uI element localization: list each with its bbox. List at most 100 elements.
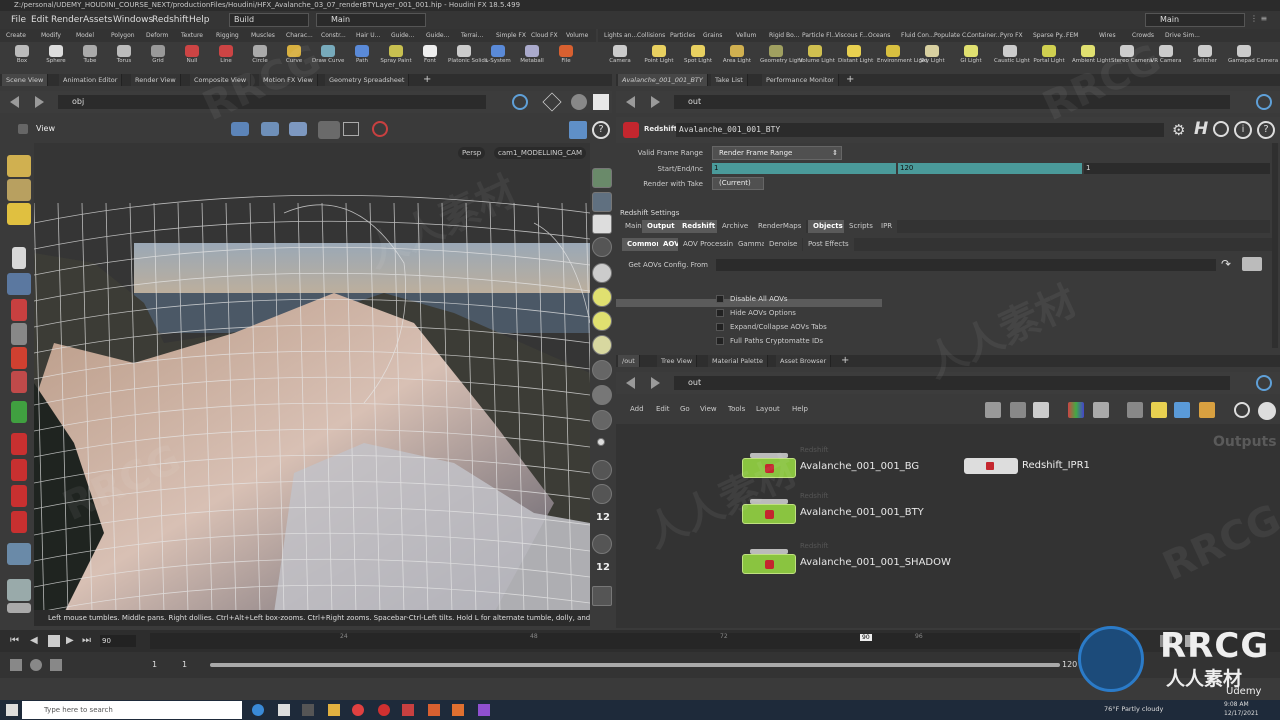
node-name-field[interactable]: Avalanche_001_001_BTY bbox=[676, 123, 1164, 137]
ground-grid-icon[interactable] bbox=[592, 168, 612, 188]
network-pin-icon[interactable] bbox=[1256, 375, 1272, 391]
point-numbers-badge[interactable]: 12 bbox=[596, 512, 610, 523]
bottom-tool-icon[interactable] bbox=[7, 603, 31, 613]
color-palette-icon[interactable] bbox=[1068, 402, 1084, 418]
magnet-icon-1[interactable] bbox=[11, 433, 27, 455]
background-icon[interactable] bbox=[592, 385, 612, 405]
white-square-icon[interactable] bbox=[593, 94, 609, 110]
menu-edit[interactable]: Edit bbox=[31, 11, 48, 29]
jump-start-icon[interactable]: ⏮ bbox=[10, 635, 19, 646]
edge-select-icon[interactable] bbox=[7, 179, 31, 201]
prim-numbers-icon[interactable] bbox=[592, 534, 612, 554]
range-start[interactable]: 1 bbox=[152, 660, 157, 669]
search-icon[interactable] bbox=[1213, 121, 1229, 137]
display-vectors-icon[interactable] bbox=[592, 484, 612, 504]
tool-box[interactable]: Box bbox=[6, 43, 38, 64]
task-view-icon[interactable] bbox=[278, 704, 290, 716]
main-tab-rendermaps[interactable]: RenderMaps bbox=[753, 220, 807, 233]
main-tab-redshift[interactable]: Redshift bbox=[677, 220, 721, 233]
refresh-icon[interactable]: ↷ bbox=[1221, 257, 1231, 271]
main-tab-archive[interactable]: Archive bbox=[717, 220, 754, 233]
tool-area-light[interactable]: Area Light bbox=[721, 43, 753, 64]
node-chooser-icon[interactable] bbox=[1242, 257, 1262, 271]
shelf-tab-modify-1[interactable]: Modify bbox=[41, 29, 61, 42]
gear-icon[interactable]: ⚙ bbox=[1172, 121, 1190, 139]
tool-distant-light[interactable]: Distant Light bbox=[838, 43, 873, 64]
sphere-icon[interactable] bbox=[571, 94, 587, 110]
inc-field[interactable]: 1 bbox=[1084, 163, 1270, 174]
main-tab-objects[interactable]: Objects bbox=[808, 220, 848, 233]
tab-params-node[interactable]: Avalanche_001_001_BTY bbox=[618, 74, 708, 86]
tab-geometry-spreadsheet[interactable]: Geometry Spreadsheet bbox=[325, 74, 410, 86]
params-help-icon[interactable]: ? bbox=[1257, 121, 1275, 139]
sub-tab-denoise[interactable]: Denoise bbox=[764, 238, 803, 251]
record-icon[interactable] bbox=[372, 121, 388, 137]
params-back-icon[interactable] bbox=[626, 96, 635, 108]
shelf-tab-particle-fl-6[interactable]: Particle Fl... bbox=[802, 29, 837, 42]
app-icon-3[interactable] bbox=[478, 704, 490, 716]
frame-range-dropdown[interactable]: Render Frame Range ⇕ bbox=[712, 146, 842, 160]
window-icons[interactable]: ⋮ ≡ bbox=[1250, 14, 1267, 23]
display-points-icon[interactable] bbox=[592, 410, 612, 430]
hide-aovs-checkbox[interactable] bbox=[716, 309, 724, 317]
menu-render[interactable]: Render bbox=[51, 11, 83, 29]
stop-icon[interactable] bbox=[48, 635, 60, 647]
menu-windows[interactable]: Windows bbox=[113, 11, 153, 29]
menu-assets[interactable]: Assets bbox=[83, 11, 112, 29]
main-tab-output[interactable]: Output bbox=[642, 220, 680, 233]
tool-file[interactable]: File bbox=[550, 43, 582, 64]
desktop-dropdown[interactable]: Main bbox=[316, 13, 426, 27]
loop-icon[interactable] bbox=[50, 659, 62, 671]
select-tool-icon[interactable] bbox=[261, 122, 279, 136]
shelf-tab-collisions-1[interactable]: Collisions bbox=[637, 29, 665, 42]
tool-grid[interactable]: Grid bbox=[142, 43, 174, 64]
timeline-track[interactable]: 24 48 72 90 96 bbox=[150, 633, 1080, 649]
params-pin-icon[interactable] bbox=[1256, 94, 1272, 110]
tab-scene-view[interactable]: Scene View bbox=[2, 74, 49, 86]
tool-environment-light[interactable]: Environment Light bbox=[877, 43, 928, 64]
menu-redshift[interactable]: Redshift bbox=[152, 11, 189, 29]
normals-icon[interactable] bbox=[592, 460, 612, 480]
network-menu-edit[interactable]: Edit bbox=[656, 405, 670, 413]
image-icon[interactable] bbox=[1174, 402, 1190, 418]
tool-switcher[interactable]: Switcher bbox=[1189, 43, 1221, 64]
play-icon[interactable]: ▶ bbox=[66, 635, 74, 646]
shelf-tab-muscles-7[interactable]: Muscles bbox=[251, 29, 275, 42]
add-tab-icon[interactable]: + bbox=[423, 74, 431, 86]
realtime-icon[interactable] bbox=[10, 659, 22, 671]
menu-file[interactable]: File bbox=[11, 11, 26, 29]
tool-spray-paint[interactable]: Spray Paint bbox=[380, 43, 412, 64]
shelf-tab-wires-15[interactable]: Wires bbox=[1099, 29, 1116, 42]
ipr-node[interactable] bbox=[964, 458, 1018, 474]
lighting-icon-2[interactable] bbox=[592, 311, 612, 331]
tool-camera[interactable]: Camera bbox=[604, 43, 636, 64]
persp-menu[interactable]: Persp bbox=[458, 147, 486, 159]
tool-torus[interactable]: Torus bbox=[108, 43, 140, 64]
tool-tube[interactable]: Tube bbox=[74, 43, 106, 64]
bounding-box-icon[interactable] bbox=[592, 586, 612, 606]
tool-gamepad-camera[interactable]: Gamepad Camera bbox=[1228, 43, 1278, 64]
magnet-icon-2[interactable] bbox=[11, 459, 27, 481]
audio-icon[interactable] bbox=[30, 659, 42, 671]
shelf-tab-lights-an-0[interactable]: Lights an... bbox=[604, 29, 637, 42]
tab-material-palette[interactable]: Material Palette bbox=[708, 355, 768, 367]
shelf-tab-rigging-6[interactable]: Rigging bbox=[216, 29, 239, 42]
shelf-tab-grains-3[interactable]: Grains bbox=[703, 29, 722, 42]
clock-time[interactable]: 9:08 AM bbox=[1224, 701, 1249, 708]
point-icon[interactable] bbox=[597, 438, 605, 446]
shelf-tab-terrai-13[interactable]: Terrai... bbox=[461, 29, 483, 42]
cube-icon[interactable] bbox=[542, 92, 562, 112]
lock-camera-icon[interactable] bbox=[592, 214, 612, 234]
opera-icon[interactable] bbox=[378, 704, 390, 716]
params-scrollbar[interactable] bbox=[1272, 143, 1278, 348]
tool-null[interactable]: Null bbox=[176, 43, 208, 64]
tumble-tool-icon[interactable] bbox=[231, 122, 249, 136]
houdini-icon[interactable] bbox=[428, 704, 440, 716]
network-box-icon[interactable] bbox=[1127, 402, 1143, 418]
tool-sky-light[interactable]: Sky Light bbox=[916, 43, 948, 64]
rotate-tool-icon[interactable] bbox=[11, 323, 27, 345]
shelf-tab-viscous-f-7[interactable]: Viscous F... bbox=[835, 29, 868, 42]
paint-icon[interactable] bbox=[7, 579, 31, 601]
edge-icon[interactable] bbox=[252, 704, 264, 716]
network-search-icon[interactable] bbox=[1234, 402, 1250, 418]
